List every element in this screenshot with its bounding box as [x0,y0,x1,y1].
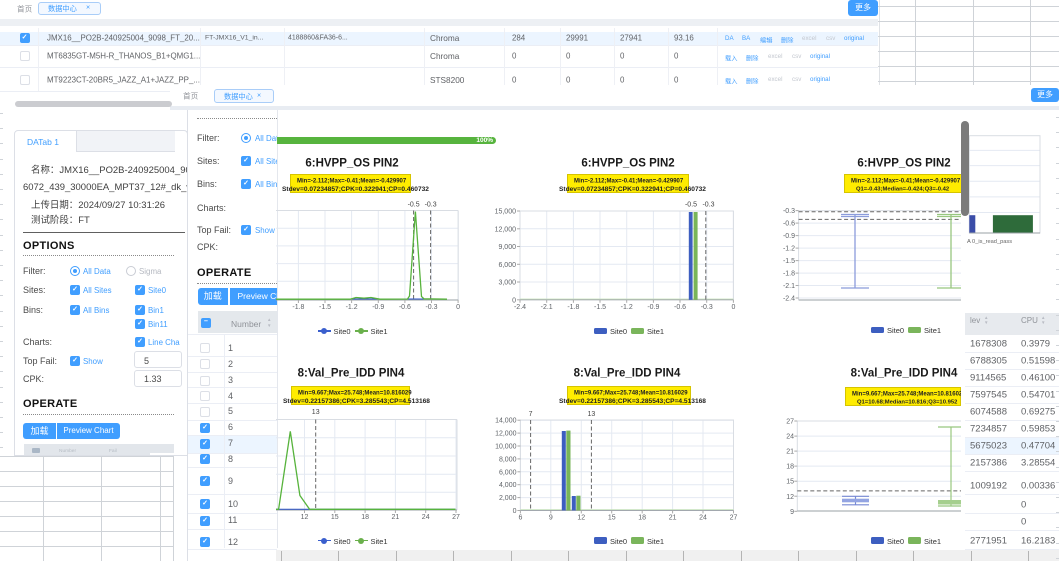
svg-text:12,000: 12,000 [495,431,517,438]
svg-text:21: 21 [392,514,400,521]
svg-text:-0.6: -0.6 [399,304,411,311]
svg-text:-1.8: -1.8 [292,304,304,311]
svg-text:18: 18 [786,464,794,471]
svg-text:-0.6: -0.6 [674,304,686,311]
svg-text:-2.1: -2.1 [783,283,795,290]
svg-text:24: 24 [786,434,794,441]
svg-text:-0.3: -0.3 [702,202,714,209]
svg-text:-0.5: -0.5 [408,202,420,209]
svg-text:0: 0 [456,304,460,311]
svg-text:0: 0 [513,508,517,515]
svg-text:-1.2: -1.2 [783,246,795,253]
svg-text:-1.5: -1.5 [594,304,606,311]
svg-text:10,000: 10,000 [495,444,517,451]
svg-text:24: 24 [699,515,707,522]
svg-text:9: 9 [549,515,553,522]
svg-text:0: 0 [512,297,516,304]
svg-text:-0.9: -0.9 [783,233,795,240]
svg-text:-1.5: -1.5 [783,258,795,265]
svg-text:3,000: 3,000 [498,280,516,287]
svg-text:-2.1: -2.1 [541,304,553,311]
svg-text:-0.9: -0.9 [372,304,384,311]
svg-text:-0.9: -0.9 [647,304,659,311]
svg-text:-0.3: -0.3 [425,202,437,209]
svg-text:9: 9 [790,509,794,516]
svg-text:-0.6: -0.6 [783,221,795,228]
svg-text:-0.3: -0.3 [425,304,437,311]
svg-text:4,000: 4,000 [499,482,517,489]
svg-text:8,000: 8,000 [499,456,517,463]
svg-text:27: 27 [786,419,794,426]
svg-text:12,000: 12,000 [495,226,517,233]
svg-text:-1.8: -1.8 [783,271,795,278]
svg-text:6,000: 6,000 [499,469,517,476]
svg-text:7: 7 [529,411,533,418]
svg-text:-0.3: -0.3 [783,208,795,215]
svg-text:21: 21 [786,449,794,456]
svg-text:12: 12 [301,514,309,521]
svg-text:27: 27 [452,514,460,521]
svg-text:21: 21 [669,515,677,522]
svg-text:-1.8: -1.8 [567,304,579,311]
svg-text:14,000: 14,000 [495,418,517,425]
svg-text:6: 6 [518,515,522,522]
svg-text:-1.2: -1.2 [346,304,358,311]
svg-text:13: 13 [588,411,596,418]
svg-text:13: 13 [312,409,320,416]
svg-text:12: 12 [786,494,794,501]
svg-text:2,000: 2,000 [499,495,517,502]
svg-text:12: 12 [577,515,585,522]
svg-text:-1.5: -1.5 [319,304,331,311]
svg-text:15: 15 [786,479,794,486]
svg-text:-2.4: -2.4 [514,304,526,311]
svg-text:15: 15 [608,515,616,522]
svg-text:24: 24 [422,514,430,521]
svg-text:15,000: 15,000 [495,209,517,216]
svg-text:15: 15 [331,514,339,521]
svg-text:-2.4: -2.4 [783,296,795,303]
svg-text:27: 27 [730,515,738,522]
svg-text:9,000: 9,000 [498,244,516,251]
svg-text:18: 18 [638,515,646,522]
svg-text:0: 0 [731,304,735,311]
svg-text:6,000: 6,000 [498,262,516,269]
svg-text:-0.3: -0.3 [701,304,713,311]
svg-text:-1.2: -1.2 [621,304,633,311]
svg-text:-0.5: -0.5 [685,202,697,209]
svg-text:18: 18 [361,514,369,521]
